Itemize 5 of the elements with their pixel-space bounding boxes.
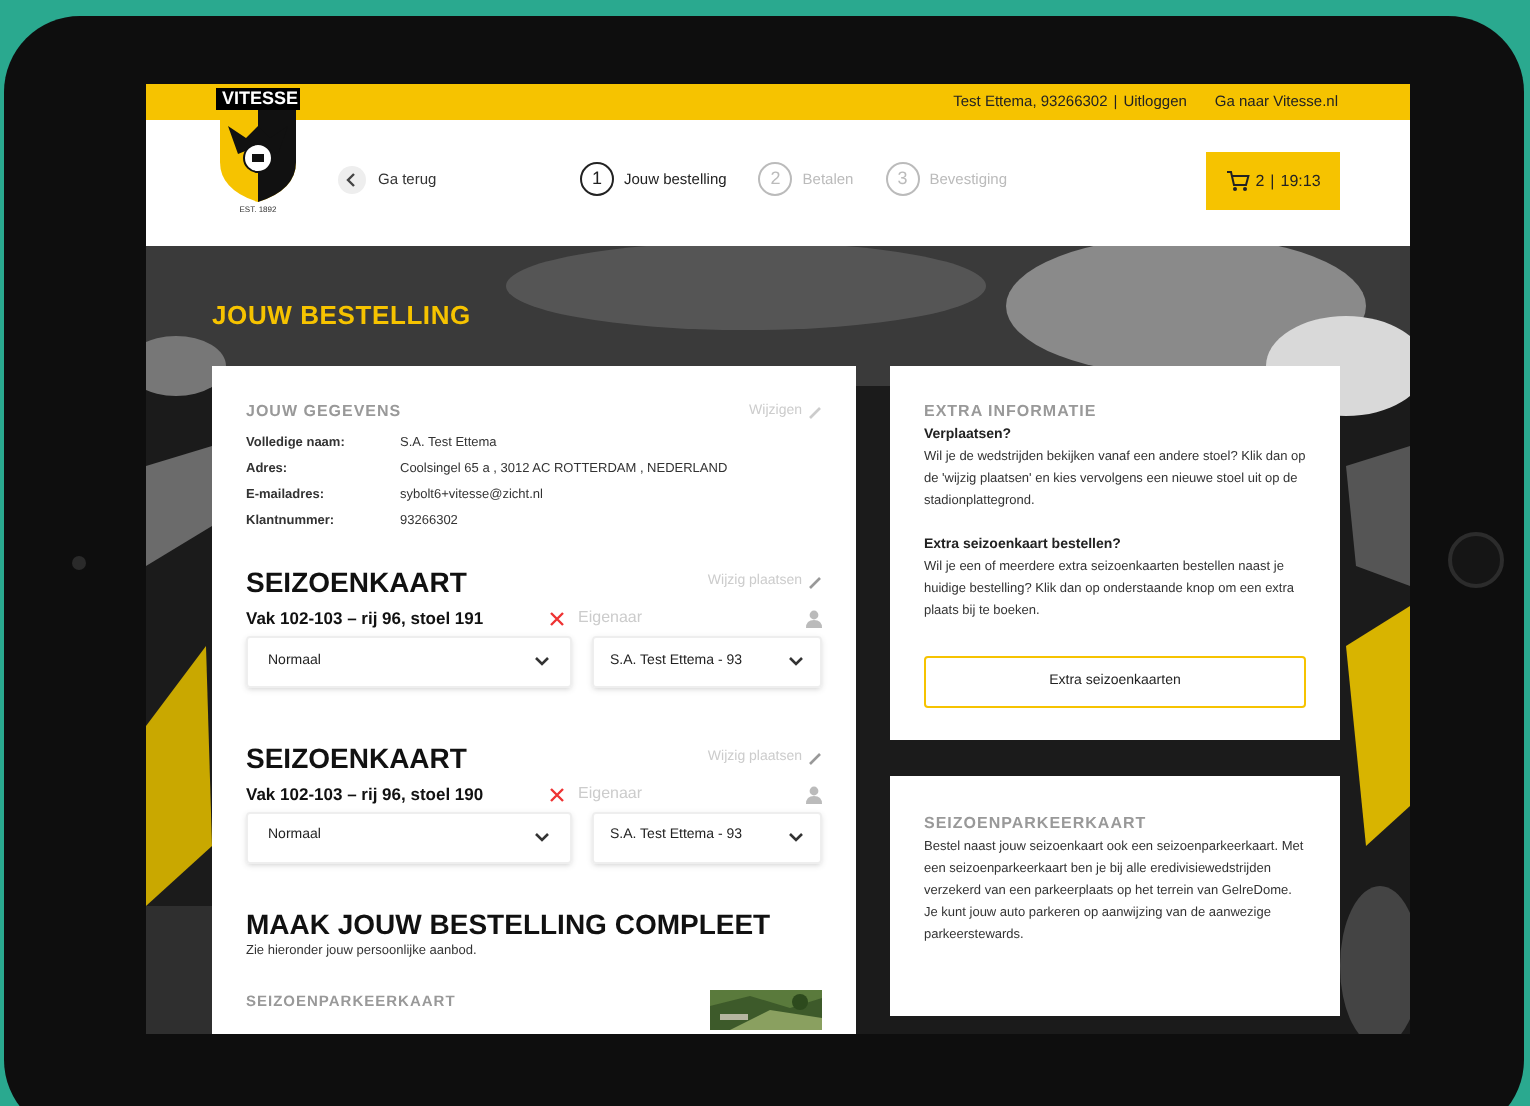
- cart-button[interactable]: 2 | 19:13: [1206, 152, 1340, 210]
- logo-wordmark: VITESSE: [216, 88, 300, 110]
- cart-icon: [1225, 170, 1250, 192]
- chevron-left-icon: [338, 166, 366, 194]
- camera-icon: [72, 556, 86, 570]
